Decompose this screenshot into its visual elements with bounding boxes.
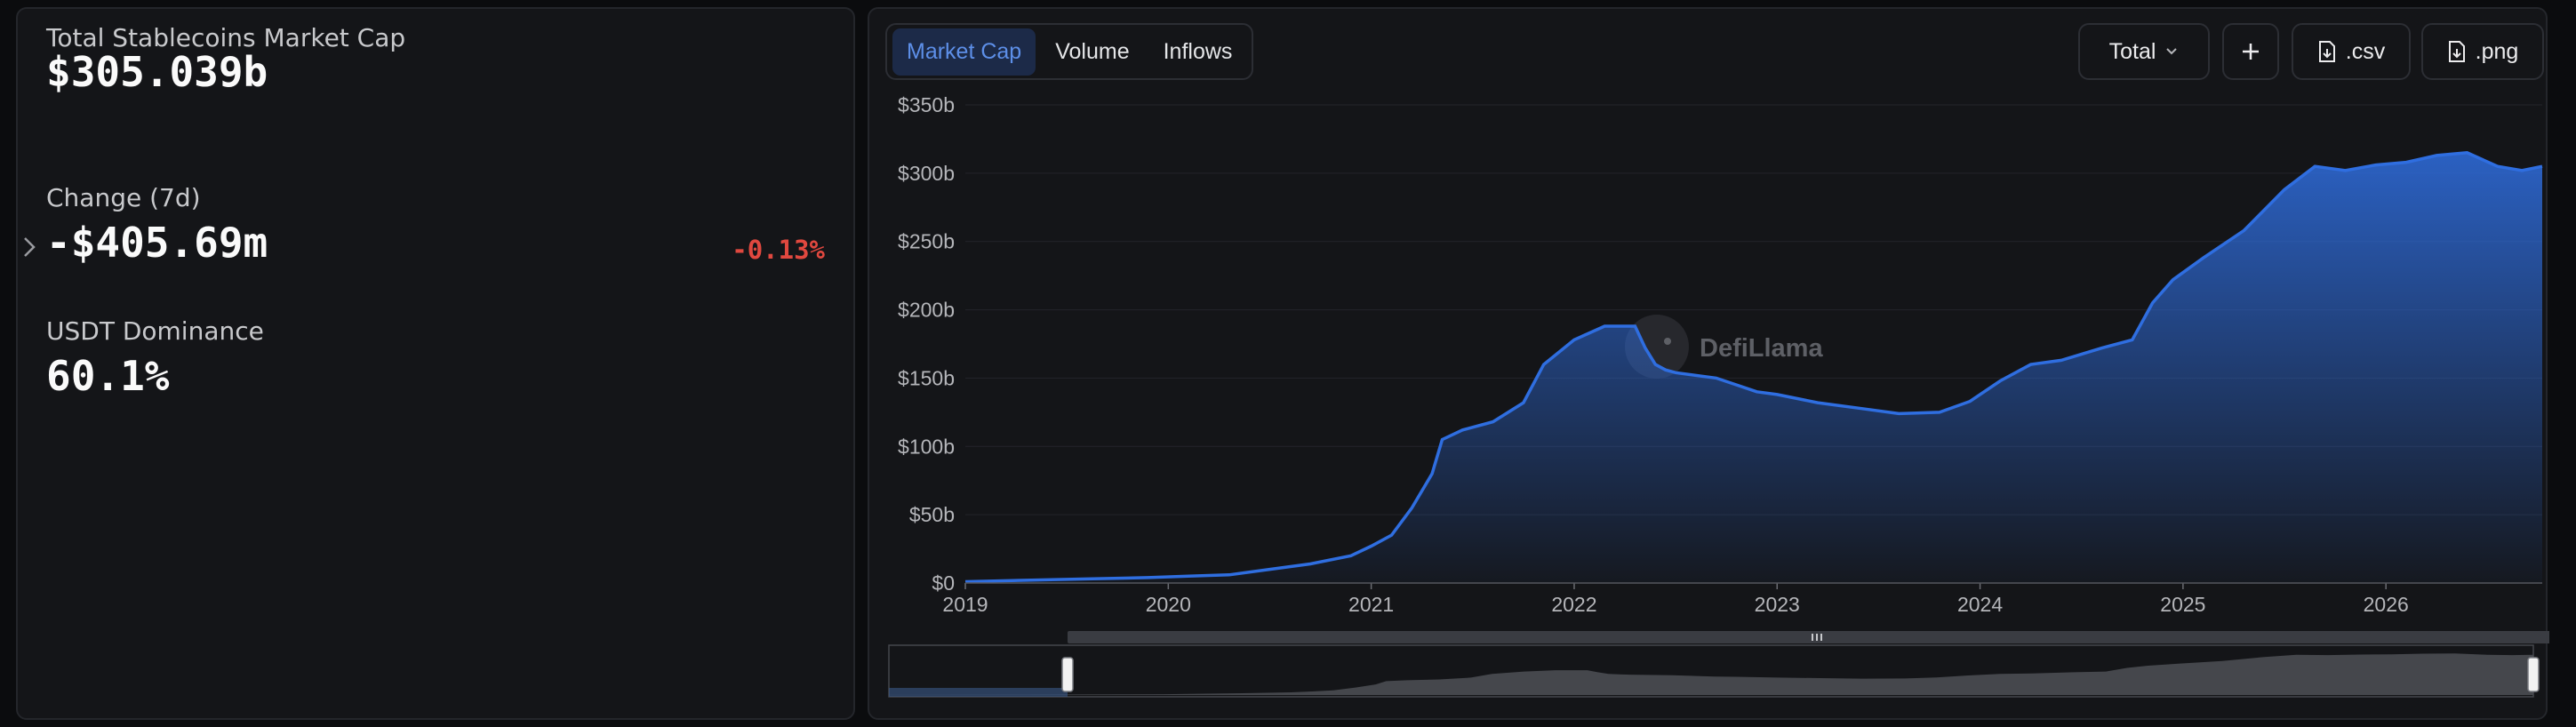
change-percent: -0.13% <box>732 235 825 265</box>
y-tick-label: $150b <box>898 366 955 389</box>
chart-panel: Market Cap Volume Inflows Total .csv .pn… <box>868 7 2549 722</box>
x-tick-label: 2026 <box>2364 593 2409 616</box>
y-tick-label: $100b <box>898 435 955 458</box>
dominance-label: USDT Dominance <box>46 316 264 346</box>
market-cap-chart[interactable]: DefiLlama $0 $50b $100b $150b $200b $250b $300… <box>869 9 2549 722</box>
change-value: -$405.69m <box>46 219 268 267</box>
change-label: Change (7d) <box>46 183 201 212</box>
x-tick-label: 2023 <box>1755 593 1800 616</box>
brush-handle-left[interactable] <box>1061 657 1074 692</box>
brush-preview <box>889 653 2533 695</box>
range-brush[interactable] <box>888 631 2549 698</box>
summary-panel: Total Stablecoins Market Cap $305.039b C… <box>16 7 855 720</box>
brush-handle-right[interactable] <box>2527 657 2540 692</box>
x-tick-label: 2022 <box>1551 593 1596 616</box>
y-tick-label: $350b <box>898 93 955 116</box>
brush-outside-left <box>889 688 1068 697</box>
y-tick-label: $200b <box>898 299 955 322</box>
x-tick-label: 2021 <box>1348 593 1394 616</box>
brush-scrollbar[interactable] <box>1068 631 2549 643</box>
y-tick-label: $50b <box>909 503 955 526</box>
dominance-value: 60.1% <box>46 352 170 400</box>
y-tick-label: $250b <box>898 230 955 253</box>
y-tick-label: $300b <box>898 162 955 185</box>
x-tick-label: 2020 <box>1146 593 1191 616</box>
watermark-text: DefiLlama <box>1700 334 1823 363</box>
market-cap-area <box>965 152 2542 584</box>
y-tick-label: $0 <box>932 571 955 595</box>
x-tick-label: 2025 <box>2160 593 2205 616</box>
x-tick-label: 2019 <box>942 593 988 616</box>
x-tick-label: 2024 <box>1957 593 2003 616</box>
market-cap-value: $305.039b <box>46 48 268 96</box>
chevron-right-icon[interactable] <box>20 236 39 259</box>
